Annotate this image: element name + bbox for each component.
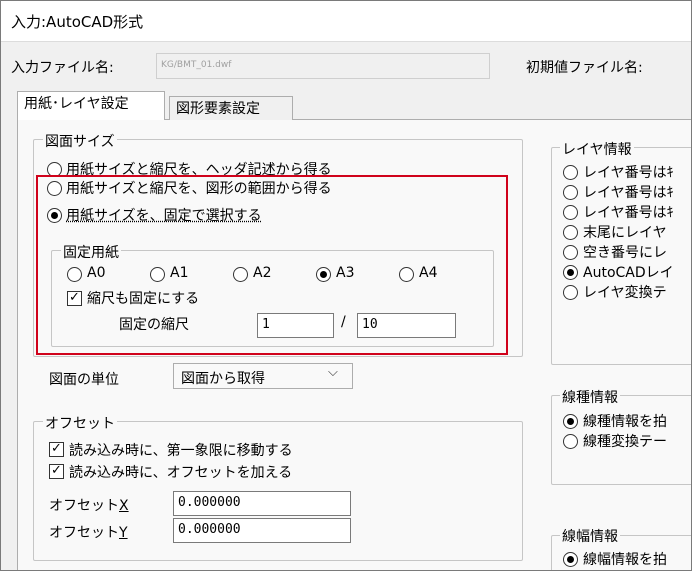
layer-option-4-label[interactable]: 末尾にレイヤ — [583, 222, 667, 242]
offset-y-label: オフセットY — [49, 525, 128, 541]
title-bar: 入力:AutoCAD形式 — [1, 1, 691, 42]
units-select-value: 図面から取得 — [181, 371, 265, 387]
linewidth-option-1-radio[interactable] — [563, 552, 578, 567]
units-select[interactable]: 図面から取得 ⌵ — [173, 363, 353, 389]
linetype-option-1-radio[interactable] — [563, 414, 578, 429]
layer-option-7-radio[interactable] — [563, 285, 578, 300]
layer-option-3-radio[interactable] — [563, 205, 578, 220]
layer-option-5-label[interactable]: 空き番号にレ — [583, 242, 667, 262]
linetype-info-title: 線種情報 — [560, 387, 620, 407]
chevron-down-icon: ⌵ — [328, 365, 338, 380]
layer-option-2-radio[interactable] — [563, 185, 578, 200]
highlight-box — [36, 175, 508, 355]
add-offset-label[interactable]: 読み込み時に、オフセットを加える — [69, 462, 292, 482]
window-title: 入力:AutoCAD形式 — [11, 13, 144, 31]
tab-figure-elements-label: 図形要素設定 — [176, 101, 260, 117]
offset-x-label: オフセットX — [49, 498, 129, 514]
offset-x-input[interactable]: 0.000000 — [173, 491, 351, 516]
initial-file-label: 初期値ファイル名: — [526, 60, 643, 76]
layer-option-6-radio[interactable] — [563, 265, 578, 280]
layer-option-6-label[interactable]: AutoCADレイ — [583, 262, 674, 282]
linetype-option-2-label[interactable]: 線種変換テー — [583, 431, 667, 451]
linetype-option-2-radio[interactable] — [563, 434, 578, 449]
layer-option-3-label[interactable]: レイヤ番号はｷ — [583, 202, 674, 222]
layer-option-7-label[interactable]: レイヤ変換テ — [583, 282, 667, 302]
units-label: 図面の単位 — [49, 372, 119, 388]
input-file-field: KG/BMT_01.dwf — [156, 53, 490, 79]
add-offset-checkbox[interactable]: ✓ — [49, 464, 64, 479]
layer-option-2-label[interactable]: レイヤ番号はｷ — [583, 182, 674, 202]
linewidth-option-1-label[interactable]: 線幅情報を拍 — [583, 549, 667, 569]
offset-y-input[interactable]: 0.000000 — [173, 518, 351, 543]
move-first-quadrant-checkbox[interactable]: ✓ — [49, 442, 64, 457]
tab-figure-elements[interactable]: 図形要素設定 — [169, 96, 293, 120]
linetype-option-1-label[interactable]: 線種情報を拍 — [583, 411, 667, 431]
drawing-size-title: 図面サイズ — [43, 131, 117, 151]
offset-title: オフセット — [43, 413, 117, 433]
layer-option-5-radio[interactable] — [563, 245, 578, 260]
move-first-quadrant-label[interactable]: 読み込み時に、第一象限に移動する — [69, 440, 293, 460]
layer-option-1-radio[interactable] — [563, 165, 578, 180]
layer-info-title: レイヤ情報 — [560, 139, 634, 159]
tab-paper-layer[interactable]: 用紙･レイヤ設定 — [17, 91, 165, 120]
dialog-window: 入力:AutoCAD形式 入力ファイル名: KG/BMT_01.dwf 初期値フ… — [0, 0, 692, 571]
input-file-label: 入力ファイル名: — [11, 60, 114, 76]
tab-paper-layer-label: 用紙･レイヤ設定 — [24, 96, 129, 112]
layer-option-4-radio[interactable] — [563, 225, 578, 240]
layer-option-1-label[interactable]: レイヤ番号はｷ — [583, 162, 674, 182]
linewidth-info-title: 線幅情報 — [560, 526, 620, 546]
